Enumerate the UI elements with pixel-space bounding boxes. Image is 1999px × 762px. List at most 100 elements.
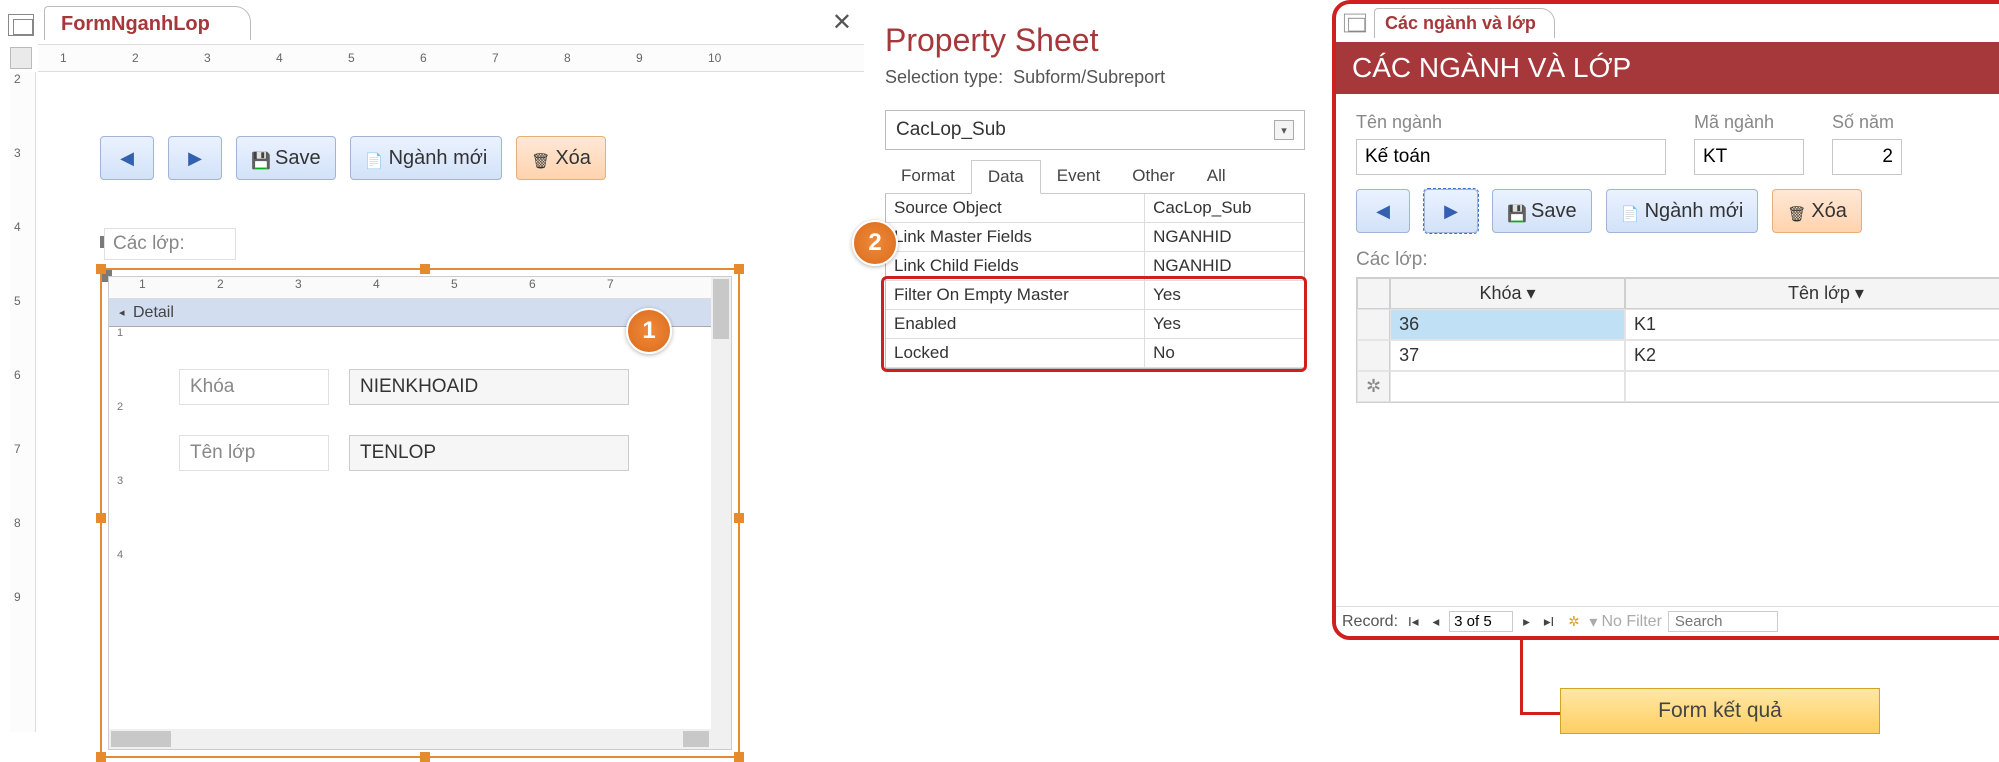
tab-format[interactable]: Format (885, 160, 971, 193)
datasheet-row[interactable]: 37 K2 (1357, 340, 1999, 371)
next-button[interactable]: ▶ (168, 136, 222, 180)
input-manganh[interactable] (1694, 139, 1804, 175)
delete-button[interactable]: Xóa (1772, 189, 1862, 233)
tab-formnganhlop[interactable]: FormNganhLop (44, 6, 251, 40)
chevron-down-icon[interactable]: ▾ (1855, 283, 1864, 303)
new-row-icon[interactable] (1357, 371, 1390, 402)
ruler-mark: 8 (564, 51, 636, 65)
subform-hruler: 12 34 56 7 (109, 277, 731, 299)
cell-khoa[interactable]: 37 (1390, 340, 1625, 371)
label-caclop[interactable]: Các lớp: (104, 228, 236, 260)
arrow-right-icon: ▶ (1444, 201, 1458, 222)
form-design-surface[interactable]: ◀ ▶ Save Ngành mới Xóa Các lớp: 12 34 56… (40, 76, 840, 716)
subform-body[interactable]: 12 34 Khóa NIENKHOAID Tên lớp TENLOP (109, 327, 731, 717)
label-tenlop[interactable]: Tên lớp (179, 435, 329, 471)
next-button[interactable]: ▶ (1424, 189, 1478, 233)
prop-row-locked[interactable]: LockedNo (886, 339, 1304, 368)
input-sonam[interactable] (1832, 139, 1902, 175)
scrollbar-horizontal[interactable] (109, 729, 711, 749)
ruler-mark: 1 (60, 51, 132, 65)
field-sonam: Số năm (1832, 112, 1902, 175)
delete-button[interactable]: Xóa (516, 136, 606, 180)
col-header-khoa[interactable]: Khóa ▾ (1390, 278, 1625, 309)
property-tabs: Format Data Event Other All (885, 160, 1305, 194)
save-button[interactable]: Save (1492, 189, 1592, 233)
field-manganh: Mã ngành (1694, 112, 1804, 175)
nav-prev-button[interactable]: ◂ (1428, 614, 1443, 630)
chevron-down-icon[interactable]: ▾ (1274, 120, 1294, 140)
datasheet-new-row[interactable] (1357, 371, 1999, 402)
ruler-mark: 4 (276, 51, 348, 65)
nav-last-button[interactable]: ▸I (1540, 614, 1558, 630)
new-major-button[interactable]: Ngành mới (1606, 189, 1759, 233)
tab-all[interactable]: All (1191, 160, 1242, 193)
vertical-ruler: 23 45 67 89 (10, 72, 36, 732)
row-selector[interactable] (1357, 340, 1390, 371)
tab-other[interactable]: Other (1116, 160, 1191, 193)
datasheet-caclop[interactable]: Khóa ▾ Tên lớp ▾ 36 K1 37 K2 (1356, 277, 1999, 403)
runtime-form-window: Các ngành và lớp CÁC NGÀNH VÀ LỚP Tên ng… (1332, 0, 1999, 640)
row-selector-header[interactable] (1357, 278, 1390, 309)
callout-1: 1 (626, 308, 672, 354)
design-view-panel: FormNganhLop ✕ 1 2 3 4 5 6 7 8 9 10 23 4… (0, 0, 864, 738)
form-icon (1344, 14, 1366, 33)
label-manganh: Mã ngành (1694, 112, 1804, 133)
label-khoa[interactable]: Khóa (179, 369, 329, 405)
combo-value: CacLop_Sub (896, 119, 1006, 141)
delete-icon (1787, 202, 1805, 220)
form-body: Tên ngành Mã ngành Số năm ◀ ▶ Save Ngành… (1336, 94, 1999, 421)
nav-record-input[interactable] (1449, 611, 1513, 632)
row-selector[interactable] (1357, 309, 1390, 340)
new-icon (1621, 202, 1639, 220)
arrow-left-icon: ◀ (1376, 201, 1390, 222)
form-icon (8, 14, 34, 36)
new-major-button[interactable]: Ngành mới (350, 136, 503, 180)
new-icon (365, 149, 383, 167)
nav-new-button[interactable]: ✲ (1564, 614, 1583, 630)
save-button[interactable]: Save (236, 136, 336, 180)
ruler-mark: 2 (132, 51, 204, 65)
section-label-caclop: Các lớp: (1356, 249, 1999, 271)
scrollbar-vertical[interactable] (711, 277, 731, 749)
tab-event[interactable]: Event (1041, 160, 1116, 193)
chevron-down-icon[interactable]: ▾ (1527, 283, 1536, 303)
prop-row-enabled[interactable]: EnabledYes (886, 310, 1304, 339)
nav-filter-indicator[interactable]: ▾No Filter (1589, 612, 1661, 632)
cell-khoa[interactable]: 36 (1390, 309, 1625, 340)
field-tenlop[interactable]: TENLOP (349, 435, 629, 471)
nav-first-button[interactable]: I◂ (1404, 614, 1422, 630)
cell-tenlop[interactable]: K2 (1625, 340, 1999, 371)
prop-row-filter-empty[interactable]: Filter On Empty MasterYes (886, 281, 1304, 310)
ruler-mark: 10 (708, 51, 780, 65)
horizontal-ruler: 1 2 3 4 5 6 7 8 9 10 (38, 44, 864, 72)
col-header-tenlop[interactable]: Tên lớp ▾ (1625, 278, 1999, 309)
filter-icon: ▾ (1589, 612, 1597, 632)
result-label-box: Form kết quả (1560, 688, 1880, 734)
delete-icon (531, 149, 549, 167)
object-selector-combo[interactable]: CacLop_Sub ▾ (885, 110, 1305, 150)
tab-row: FormNganhLop ✕ (0, 0, 864, 44)
label-tennganh: Tên ngành (1356, 112, 1666, 133)
prev-button[interactable]: ◀ (1356, 189, 1410, 233)
input-tennganh[interactable] (1356, 139, 1666, 175)
cell-tenlop[interactable]: K1 (1625, 309, 1999, 340)
prop-row-link-child[interactable]: Link Child FieldsNGANHID (886, 252, 1304, 281)
nav-search-input[interactable] (1668, 611, 1778, 632)
ruler-mark: 6 (420, 51, 492, 65)
prop-row-source-object[interactable]: Source ObjectCacLop_Sub (886, 194, 1304, 223)
record-nav-bar: Record: I◂ ◂ ▸ ▸I ✲ ▾No Filter (1336, 606, 1999, 636)
property-sheet-title: Property Sheet (885, 22, 1305, 59)
arrow-right-icon: ▶ (188, 148, 202, 169)
prev-button[interactable]: ◀ (100, 136, 154, 180)
field-nienkhoaid[interactable]: NIENKHOAID (349, 369, 629, 405)
ruler-corner[interactable] (10, 47, 32, 69)
tab-data[interactable]: Data (971, 160, 1041, 194)
selection-type: Selection type: Subform/Subreport (885, 67, 1305, 88)
callout-connector (1520, 712, 1562, 715)
tab-cacnganhvalop[interactable]: Các ngành và lớp (1374, 8, 1555, 38)
close-icon[interactable]: ✕ (832, 8, 852, 37)
prop-row-link-master[interactable]: Link Master FieldsNGANHID (886, 223, 1304, 252)
subform-vruler: 12 34 (113, 327, 135, 717)
nav-next-button[interactable]: ▸ (1519, 614, 1534, 630)
datasheet-row[interactable]: 36 K1 (1357, 309, 1999, 340)
